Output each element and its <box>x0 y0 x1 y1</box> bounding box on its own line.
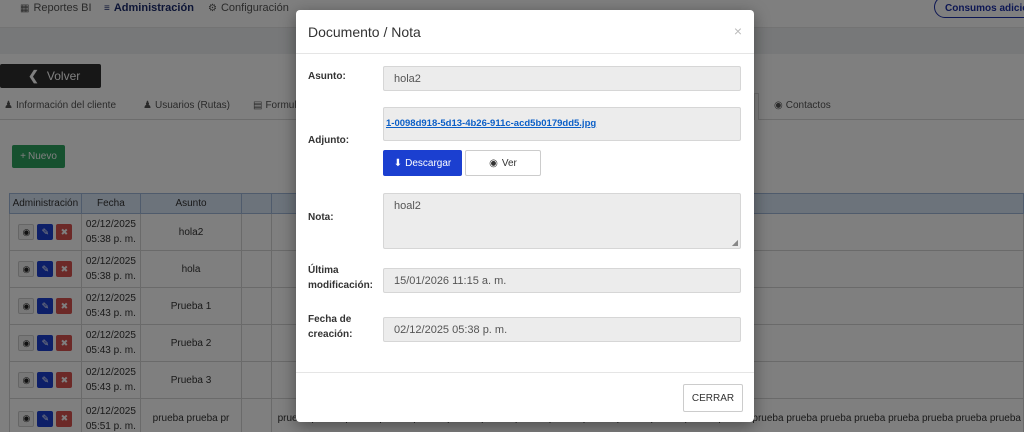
descargar-button[interactable]: ⬇ Descargar <box>383 150 462 176</box>
asunto-field[interactable]: hola2 <box>383 66 741 91</box>
modal-title: Documento / Nota <box>308 24 421 40</box>
nota-value: hoal2 <box>394 200 421 212</box>
creacion-label-line2: creación: <box>308 329 353 340</box>
nota-textarea[interactable]: hoal2 ◢ <box>383 193 741 249</box>
ultima-modificacion-label: Última modificación: <box>308 263 373 293</box>
download-icon: ⬇ <box>393 157 403 169</box>
eye-icon: ◉ <box>489 157 498 169</box>
adjunto-file-link[interactable]: 1-0098d918-5d13-4b26-911c-acd5b0179dd5.j… <box>386 118 596 129</box>
fecha-creacion-field[interactable]: 02/12/2025 05:38 p. m. <box>383 317 741 342</box>
adjunto-box: 1-0098d918-5d13-4b26-911c-acd5b0179dd5.j… <box>383 107 741 141</box>
ultima-label-line1: Última <box>308 265 339 276</box>
resize-handle-icon[interactable]: ◢ <box>732 238 738 247</box>
modal-header: Documento / Nota × <box>296 10 754 54</box>
nota-label: Nota: <box>308 212 334 223</box>
close-icon[interactable]: × <box>734 23 742 39</box>
modal-footer: CERRAR <box>296 372 754 422</box>
ver-button[interactable]: ◉ Ver <box>465 150 541 176</box>
ultima-label-line2: modificación: <box>308 280 374 291</box>
adjunto-label: Adjunto: <box>308 135 350 146</box>
documento-nota-modal: Documento / Nota × Asunto: hola2 Adjunto… <box>296 10 754 422</box>
asunto-label: Asunto: <box>308 71 346 82</box>
fecha-creacion-label: Fecha de creación: <box>308 312 352 342</box>
descargar-label: Descargar <box>405 157 452 169</box>
cerrar-button[interactable]: CERRAR <box>683 384 743 412</box>
ver-label: Ver <box>501 157 517 169</box>
creacion-label-line1: Fecha de <box>308 314 352 325</box>
ultima-modificacion-field[interactable]: 15/01/2026 11:15 a. m. <box>383 268 741 293</box>
